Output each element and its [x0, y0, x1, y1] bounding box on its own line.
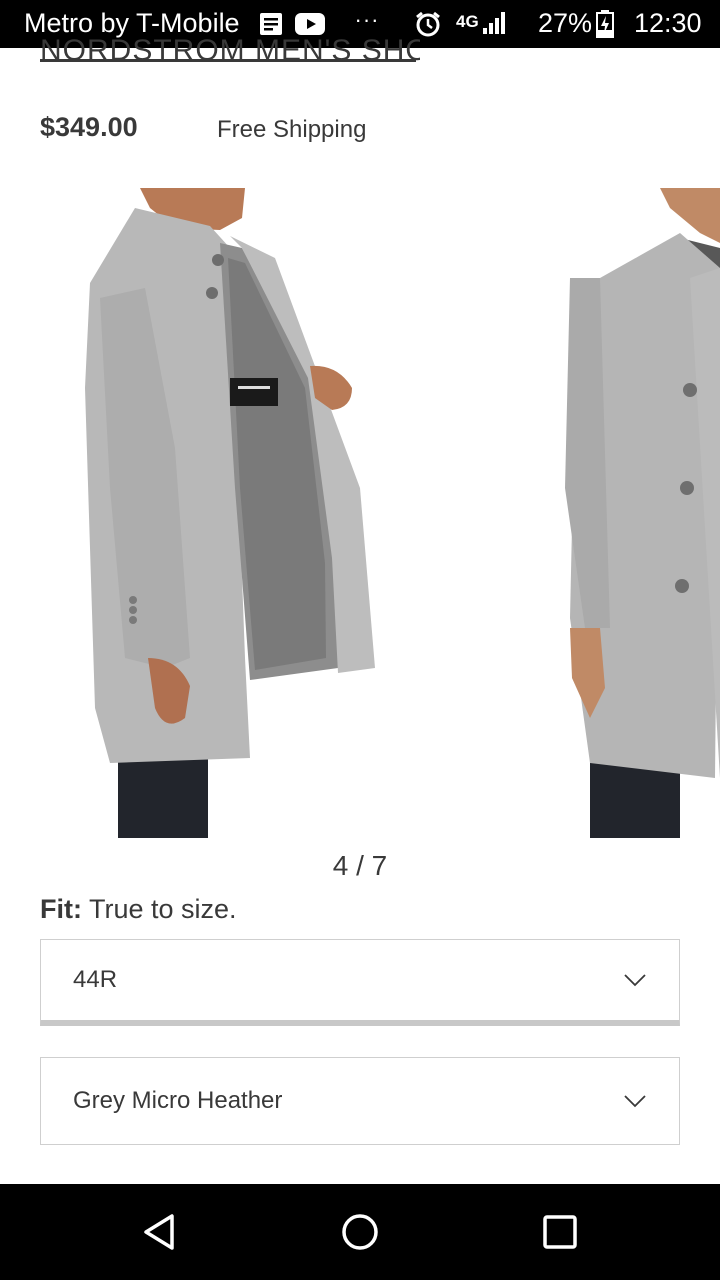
back-triangle-icon [144, 1214, 174, 1250]
shipping-info: Free Shipping [217, 116, 367, 143]
product-price: $349.00 [40, 112, 138, 142]
fit-value: True to size. [89, 894, 237, 924]
signal-icon: 4G [456, 8, 516, 36]
system-nav-bar [0, 1184, 720, 1280]
battery-charging-icon [594, 10, 616, 38]
brand-shop-link[interactable]: NORDSTROM MEN'S SHOP [40, 24, 420, 62]
home-button[interactable] [336, 1208, 384, 1256]
size-select-value: 44R [73, 966, 118, 993]
chevron-down-icon [624, 1095, 646, 1108]
home-circle-icon [342, 1214, 378, 1250]
battery-percent: 27% [538, 8, 593, 38]
carousel-pager: 4 / 7 [332, 850, 388, 881]
size-select[interactable]: 44R [40, 939, 680, 1026]
back-button[interactable] [136, 1208, 184, 1256]
product-image-carousel[interactable] [0, 188, 720, 838]
brand-shop-link-text: NORDSTROM MEN'S SHOP [40, 34, 420, 62]
product-photo-current[interactable] [70, 188, 410, 838]
network-type: 4G [456, 12, 479, 31]
chevron-down-icon [624, 974, 646, 987]
clock: 12:30 [634, 8, 702, 38]
recent-apps-button[interactable] [536, 1208, 584, 1256]
product-photo-next[interactable] [560, 188, 720, 838]
fit-info: Fit: True to size. [40, 894, 237, 925]
color-select-value: Grey Micro Heather [73, 1087, 283, 1114]
fit-label: Fit: [40, 894, 82, 924]
color-select[interactable]: Grey Micro Heather [40, 1057, 680, 1145]
recent-square-icon [543, 1215, 577, 1249]
